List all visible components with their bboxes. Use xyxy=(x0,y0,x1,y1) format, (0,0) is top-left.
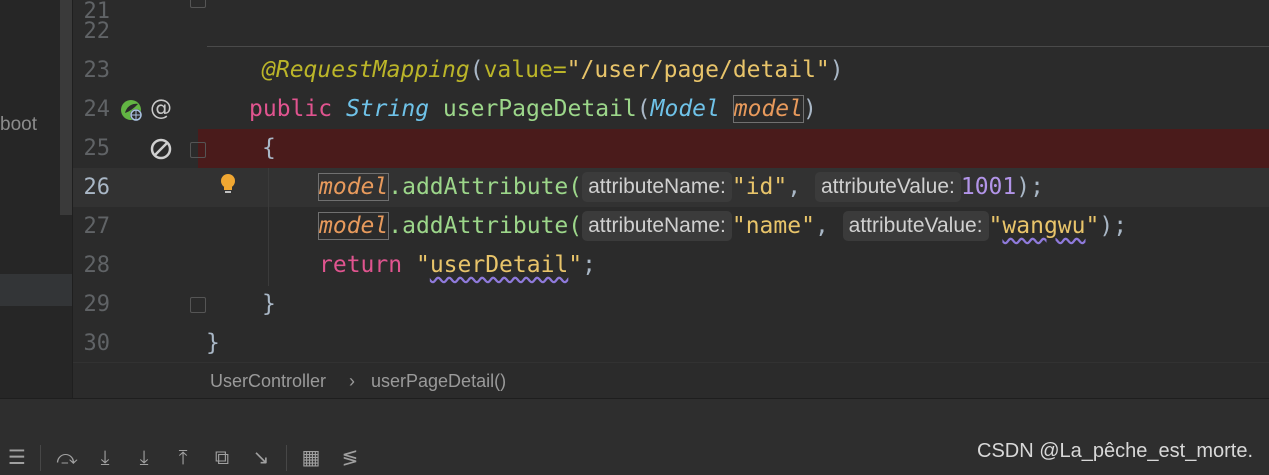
quote: " xyxy=(988,213,1003,239)
parameter-hint: attributeValue: xyxy=(842,211,989,241)
run-to-cursor-icon[interactable]: ↘ xyxy=(250,446,272,468)
force-step-into-icon[interactable]: ⤓ xyxy=(133,446,155,468)
line-number: 30 xyxy=(83,331,111,356)
number-literal: 1001 xyxy=(960,174,1017,200)
string-literal-typo: userDetail xyxy=(429,252,569,278)
code-line-30[interactable]: } xyxy=(206,324,220,363)
variable-ref: model xyxy=(317,212,390,240)
breakpoint-line-highlight xyxy=(198,129,1269,168)
parameter-hint: attributeName: xyxy=(582,211,732,241)
step-into-icon[interactable]: ⤓ xyxy=(94,446,116,468)
string-literal: "/user/page/detail" xyxy=(566,57,830,83)
statement-end: ); xyxy=(1099,213,1128,239)
comma: , xyxy=(814,213,829,239)
indent-guide xyxy=(268,168,269,286)
evaluate-icon[interactable]: ▦ xyxy=(300,446,322,468)
code-line-26[interactable]: model.addAttribute(attributeName: "id", a… xyxy=(317,168,1044,207)
string-literal-typo: wangwu xyxy=(1002,213,1086,239)
annotation-attr: value= xyxy=(483,57,567,83)
param-name: model xyxy=(732,95,805,123)
line-number: 28 xyxy=(83,253,111,278)
breadcrumb-method[interactable]: userPageDetail() xyxy=(371,371,506,392)
project-tree-selected-row[interactable] xyxy=(0,274,72,306)
code-line-29[interactable]: } xyxy=(262,285,276,324)
toolbar-separator xyxy=(40,445,41,471)
return-type: String xyxy=(345,96,430,122)
comma: , xyxy=(787,174,802,200)
method-call: .addAttribute( xyxy=(388,174,583,200)
line-number: 27 xyxy=(83,214,111,239)
method-call: .addAttribute( xyxy=(388,213,583,239)
method-name: userPageDetail xyxy=(442,96,637,122)
code-line-24[interactable]: public String userPageDetail(Model model… xyxy=(249,90,817,129)
annotation-name: @RequestMapping xyxy=(262,57,470,83)
code-line-27[interactable]: model.addAttribute(attributeName: "name",… xyxy=(317,207,1128,246)
statement-end: ; xyxy=(582,252,597,278)
project-tree-item-label[interactable]: boot xyxy=(0,114,37,136)
breadcrumb-separator: › xyxy=(349,371,355,391)
lightbulb-icon[interactable] xyxy=(218,172,238,200)
keyword: public xyxy=(249,96,333,122)
quote: " xyxy=(1085,213,1100,239)
code-line-23[interactable]: @RequestMapping(value="/user/page/detail… xyxy=(262,51,844,90)
line-number: 23 xyxy=(83,58,111,83)
step-out-icon[interactable]: ⤒ xyxy=(172,446,194,468)
line-number: 29 xyxy=(83,292,111,317)
watermark: CSDN @La_pêche_est_morte. xyxy=(977,440,1253,462)
paren: ( xyxy=(636,96,651,122)
parameter-hint: attributeValue: xyxy=(814,172,961,202)
fold-marker[interactable] xyxy=(190,142,206,158)
menu-icon[interactable]: ☰ xyxy=(6,446,28,468)
project-scrollbar[interactable] xyxy=(60,0,72,215)
breakpoint-disabled-icon[interactable] xyxy=(150,138,172,164)
line-number: 25 xyxy=(83,136,111,161)
fold-marker[interactable] xyxy=(190,297,206,313)
line-number: 22 xyxy=(83,19,111,44)
parameter-hint: attributeName: xyxy=(582,172,732,202)
fold-marker[interactable] xyxy=(190,0,206,8)
trace-icon[interactable]: ≶ xyxy=(339,446,361,468)
breadcrumb: UserController › userPageDetail() xyxy=(73,362,1269,399)
method-separator xyxy=(207,46,1269,47)
line-number-current: 26 xyxy=(83,175,111,200)
param-type: Model xyxy=(650,96,720,122)
paren: ) xyxy=(803,96,817,122)
keyword: return xyxy=(319,252,403,278)
step-over-icon[interactable]: ⤼ xyxy=(56,446,78,468)
paren: ( xyxy=(469,57,484,83)
toolbar-separator xyxy=(286,445,287,471)
string-literal: "id" xyxy=(731,174,788,200)
string-literal: "name" xyxy=(731,213,815,239)
at-sign-icon[interactable]: @ xyxy=(150,96,172,121)
quote: " xyxy=(568,252,583,278)
code-line-28[interactable]: return "userDetail"; xyxy=(319,246,596,285)
breadcrumb-class[interactable]: UserController xyxy=(210,371,326,392)
variable-ref: model xyxy=(317,173,390,201)
drop-frame-icon[interactable]: ⧉ xyxy=(211,446,233,468)
paren: ) xyxy=(829,57,844,83)
line-number: 24 xyxy=(83,97,111,122)
code-line-25[interactable]: { xyxy=(262,129,276,168)
statement-end: ); xyxy=(1016,174,1044,200)
spring-web-icon[interactable] xyxy=(120,98,144,126)
quote: " xyxy=(415,252,430,278)
